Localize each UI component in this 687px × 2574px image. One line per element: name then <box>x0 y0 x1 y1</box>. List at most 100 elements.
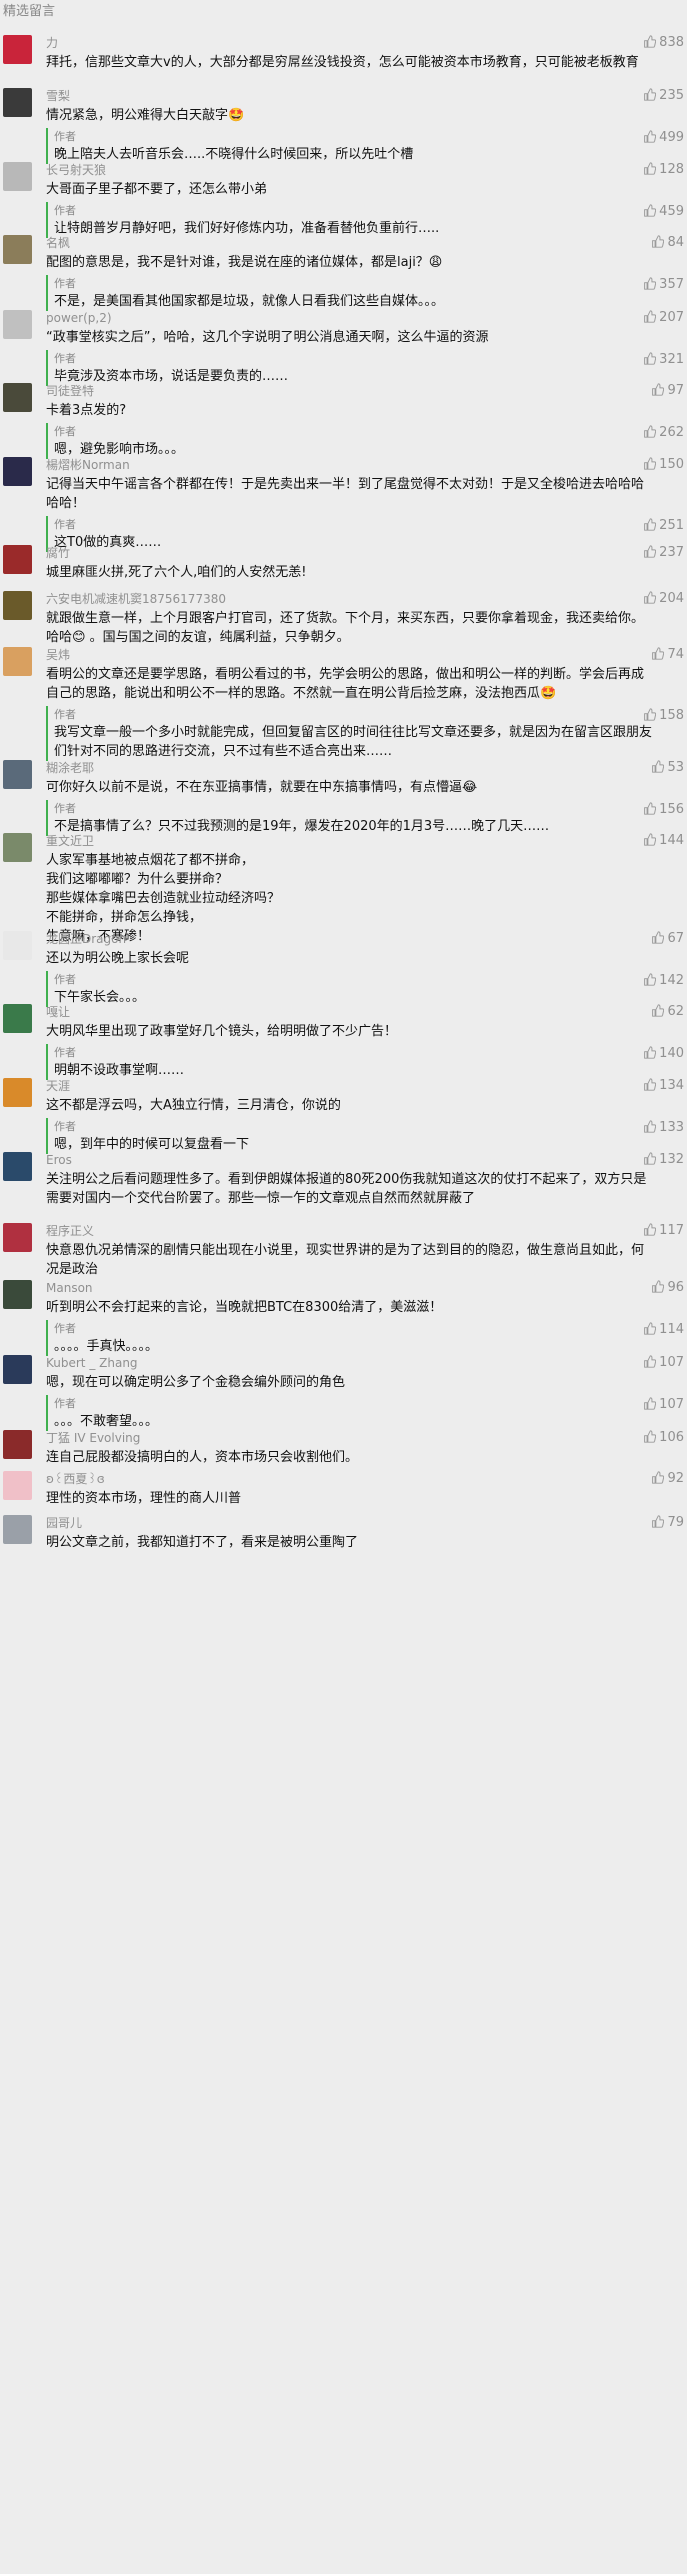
like-button[interactable]: 204 <box>643 589 684 609</box>
avatar[interactable] <box>3 1223 32 1252</box>
reply-like-button[interactable]: 114 <box>643 1320 684 1340</box>
comment-text: 大明风华里出现了政事堂好几个镜头，给明明做了不少广告！ <box>46 1024 398 1039</box>
reply-like-button[interactable]: 156 <box>643 800 684 820</box>
like-button[interactable]: 74 <box>651 645 684 665</box>
like-button[interactable]: 67 <box>651 929 684 949</box>
comment-item: 六安电机减速机窦18756177380 就跟做生意一样，上个月跟客户打官司，还了… <box>0 589 687 647</box>
thumbs-up-icon <box>644 352 657 365</box>
avatar[interactable] <box>3 647 32 676</box>
avatar[interactable] <box>3 1004 32 1033</box>
like-button[interactable]: 79 <box>651 1513 684 1533</box>
reply-like-button[interactable]: 459 <box>643 202 684 222</box>
comment-item: 长弓射天狼 大哥面子里子都不要了，还怎么带小弟 128 作者 让特朗普岁月静好吧… <box>0 160 687 238</box>
like-button[interactable]: 235 <box>643 86 684 106</box>
avatar[interactable] <box>3 1152 32 1181</box>
avatar[interactable] <box>3 545 32 574</box>
thumbs-up-icon <box>644 1397 657 1410</box>
reply-like-button[interactable]: 251 <box>643 516 684 536</box>
avatar[interactable] <box>3 162 32 191</box>
like-button[interactable]: 207 <box>643 308 684 328</box>
avatar[interactable] <box>3 383 32 412</box>
comment-text: 城里麻匪火拼,死了六个人,咱们的人安然无恙! <box>46 565 307 580</box>
comment-nickname: ʚ꒰西夏꒱ɞ <box>46 1472 105 1486</box>
comment-text: 就跟做生意一样，上个月跟客户打官司，还了货款。下个月，来买东西，只要你拿着现金，… <box>46 611 645 645</box>
thumbs-up-icon <box>652 383 665 396</box>
comment-item: 吴炜 看明公的文章还是要学思路，看明公看过的书，先学会明公的思路，做出和明公一样… <box>0 645 687 761</box>
comment-item: ʚ꒰西夏꒱ɞ 理性的资本市场，理性的商人川普 92 <box>0 1469 687 1508</box>
reply-like-button[interactable]: 262 <box>643 423 684 443</box>
like-button[interactable]: 237 <box>643 543 684 563</box>
like-button[interactable]: 117 <box>643 1221 684 1241</box>
avatar[interactable] <box>3 1078 32 1107</box>
like-button[interactable]: 128 <box>643 160 684 180</box>
avatar[interactable] <box>3 591 32 620</box>
comment-nickname: 吴炜 <box>46 648 71 662</box>
avatar[interactable] <box>3 235 32 264</box>
reply-like-button[interactable]: 142 <box>643 971 684 991</box>
reply-like-button[interactable]: 107 <box>643 1395 684 1415</box>
reply-text: 我写文章一般一个多小时就能完成，但回复留言区的时间往往比写文章还要多，就是因为在… <box>54 725 653 759</box>
thumbs-up-icon <box>644 35 657 48</box>
reply-like-button[interactable]: 357 <box>643 275 684 295</box>
author-reply: 作者 不是，是美国看其他国家都是垃圾，就像人日看我们这些自媒体。。。 357 <box>46 275 687 311</box>
like-button[interactable]: 150 <box>643 455 684 475</box>
like-button[interactable]: 96 <box>651 1278 684 1298</box>
author-tag: 作者 <box>54 518 76 531</box>
comment-nickname: 雪梨 <box>46 89 71 103</box>
thumbs-up-icon <box>652 760 665 773</box>
thumbs-up-icon <box>644 310 657 323</box>
like-button[interactable]: 62 <box>651 1002 684 1022</box>
like-button[interactable]: 84 <box>651 233 684 253</box>
thumbs-up-icon <box>652 1515 665 1528</box>
like-button[interactable]: 92 <box>651 1469 684 1489</box>
author-tag: 作者 <box>54 352 76 365</box>
avatar[interactable] <box>3 1280 32 1309</box>
avatar[interactable] <box>3 1471 32 1500</box>
like-count: 106 <box>659 1430 684 1445</box>
avatar[interactable] <box>3 310 32 339</box>
thumbs-up-icon <box>644 1120 657 1133</box>
reply-like-button[interactable]: 321 <box>643 350 684 370</box>
reply-like-button[interactable]: 133 <box>643 1118 684 1138</box>
like-button[interactable]: 838 <box>643 33 684 53</box>
avatar[interactable] <box>3 1355 32 1384</box>
reply-like-button[interactable]: 140 <box>643 1044 684 1064</box>
reply-like-button[interactable]: 158 <box>643 706 684 726</box>
like-count: 117 <box>659 1223 684 1238</box>
reply-like-button[interactable]: 499 <box>643 128 684 148</box>
like-count: 128 <box>659 162 684 177</box>
avatar[interactable] <box>3 1430 32 1459</box>
like-button[interactable]: 53 <box>651 758 684 778</box>
avatar[interactable] <box>3 931 32 960</box>
like-button[interactable]: 134 <box>643 1076 684 1096</box>
like-count: 142 <box>659 973 684 988</box>
like-button[interactable]: 97 <box>651 381 684 401</box>
like-button[interactable]: 107 <box>643 1353 684 1373</box>
like-count: 107 <box>659 1397 684 1412</box>
thumbs-up-icon <box>652 931 665 944</box>
avatar[interactable] <box>3 35 32 64</box>
comment-item: 雪梨 情况紧急，明公难得大白天敲字🤩 235 作者 晚上陪夫人去听音乐会…..不… <box>0 86 687 164</box>
comment-nickname: Eros <box>46 1153 72 1167</box>
thumbs-up-icon <box>644 1078 657 1091</box>
thumbs-up-icon <box>644 833 657 846</box>
avatar[interactable] <box>3 88 32 117</box>
avatar[interactable] <box>3 760 32 789</box>
comment-item: 龙圆正Dragon 还以为明公晚上家长会呢 67 作者 下午家长会。。。 142 <box>0 929 687 1007</box>
thumbs-up-icon <box>644 1430 657 1443</box>
avatar[interactable] <box>3 1515 32 1544</box>
avatar[interactable] <box>3 457 32 486</box>
thumbs-up-icon <box>644 457 657 470</box>
like-button[interactable]: 132 <box>643 1150 684 1170</box>
like-button[interactable]: 144 <box>643 831 684 851</box>
comment-text: “政事堂核实之后”，哈哈，这几个字说明了明公消息通天啊，这么牛逼的资源 <box>46 330 489 345</box>
like-button[interactable]: 106 <box>643 1428 684 1448</box>
like-count: 237 <box>659 545 684 560</box>
author-tag: 作者 <box>54 1120 76 1133</box>
like-count: 235 <box>659 88 684 103</box>
like-count: 156 <box>659 802 684 817</box>
avatar[interactable] <box>3 833 32 862</box>
comment-item: 程序正义 快意恩仇况弟情深的剧情只能出现在小说里，现实世界讲的是为了达到目的的隐… <box>0 1221 687 1279</box>
like-count: 97 <box>667 383 684 398</box>
thumbs-up-icon <box>644 973 657 986</box>
